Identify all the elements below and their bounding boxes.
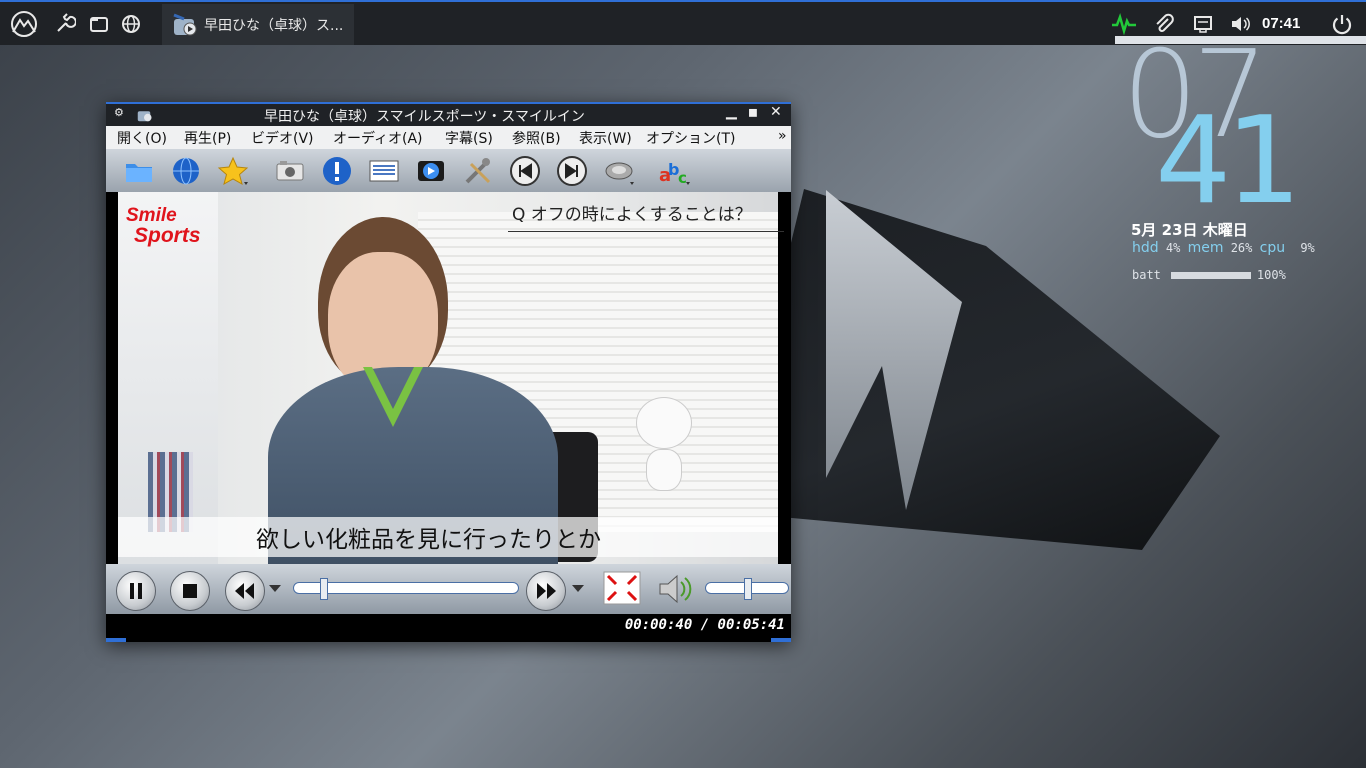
mem-label: mem — [1187, 240, 1224, 256]
seek-slider[interactable] — [293, 578, 519, 600]
taskbar-task-player[interactable]: 早田ひな（卓球）ス... — [162, 4, 354, 45]
player-statusbar: 00:00:40 / 00:05:41 — [106, 614, 791, 638]
stop-button[interactable] — [170, 571, 210, 611]
favorites-star-icon[interactable] — [217, 155, 249, 187]
bottom-progress-left — [106, 638, 126, 642]
widget-stats: hdd 4% mem 26% cpu 9% — [1132, 240, 1315, 256]
menu-browse[interactable]: 参照(B) — [512, 128, 561, 148]
widget-battery: batt 100% — [1132, 268, 1286, 282]
subtitles-abc-icon[interactable]: abc — [658, 155, 690, 187]
menu-view[interactable]: 表示(W) — [579, 128, 632, 148]
mascot — [628, 397, 698, 492]
video-area[interactable]: Smile Sports Q オフの時によくすることは？ 欲しい化粧品を見に行っ… — [106, 192, 791, 564]
smplayer-icon — [173, 13, 197, 35]
next-track-icon[interactable] — [556, 155, 588, 187]
window-menu-icon[interactable]: ⚙ — [114, 106, 124, 119]
info-exclamation-icon[interactable] — [321, 155, 353, 187]
playlist-icon[interactable] — [368, 155, 400, 187]
volume-handle[interactable] — [744, 578, 752, 600]
mountain-menu-icon[interactable] — [8, 10, 40, 38]
menu-audio[interactable]: オーディオ(A) — [333, 128, 423, 148]
widget-minute: 41 — [1155, 92, 1302, 231]
rewind-icon — [235, 583, 254, 599]
player-window-title: 早田ひな（卓球）スマイルスポーツ・スマイルイン — [264, 109, 585, 125]
wrench-icon[interactable] — [51, 10, 79, 38]
time-display: 00:00:40 / 00:05:41 — [624, 617, 785, 633]
bottom-progress-strip — [106, 638, 791, 642]
player-controls — [106, 564, 791, 614]
seek-handle[interactable] — [319, 578, 328, 600]
smile-sports-logo: Smile Sports — [126, 205, 201, 247]
taskbar-task-title: 早田ひな（卓球）ス... — [204, 17, 344, 34]
menu-subtitles[interactable]: 字幕(S) — [445, 128, 493, 148]
previous-track-icon[interactable] — [509, 155, 541, 187]
player-titlebar[interactable]: ⚙ 早田ひな（卓球）スマイルスポーツ・スマイルイン ▁ ◼ ✕ — [106, 102, 791, 126]
stop-icon — [183, 584, 197, 598]
menu-open[interactable]: 開く(O) — [117, 128, 167, 148]
preferences-tools-icon[interactable] — [462, 155, 494, 187]
forward-icon — [537, 583, 556, 599]
video-player-icon[interactable] — [415, 155, 447, 187]
close-icon[interactable]: ✕ — [770, 104, 782, 120]
screenshot-camera-icon[interactable] — [274, 155, 306, 187]
maximize-icon[interactable]: ◼ — [748, 105, 758, 119]
player-toolbar: abc — [106, 149, 791, 192]
minimize-icon[interactable]: ▁ — [726, 104, 737, 120]
interviewee — [268, 217, 558, 564]
forward-button[interactable] — [526, 571, 566, 611]
audio-track-icon[interactable] — [603, 155, 635, 187]
menu-play[interactable]: 再生(P) — [184, 128, 231, 148]
widget-date: 5月 23日 木曜日 — [1131, 221, 1248, 239]
mute-speaker-icon[interactable] — [656, 571, 694, 607]
pause-icon — [130, 583, 142, 599]
question-caption: Q オフの時によくすることは？ — [508, 198, 784, 232]
mem-value: 26% — [1230, 241, 1253, 255]
open-url-globe-icon[interactable] — [170, 155, 202, 187]
menu-video[interactable]: ビデオ(V) — [251, 128, 314, 148]
rewind-button[interactable] — [225, 571, 265, 611]
player-menubar: 開く(O) 再生(P) ビデオ(V) オーディオ(A) 字幕(S) 参照(B) … — [106, 126, 791, 149]
video-frame: Smile Sports Q オフの時によくすることは？ 欲しい化粧品を見に行っ… — [118, 192, 784, 564]
logo-line2: Sports — [134, 224, 201, 247]
logo-line1: Smile — [126, 205, 177, 226]
power-icon[interactable] — [1328, 10, 1356, 38]
batt-label: batt — [1132, 268, 1161, 282]
batt-value: 100% — [1256, 268, 1286, 282]
window-icon[interactable] — [85, 10, 113, 38]
hdd-label: hdd — [1132, 240, 1159, 256]
batt-bar — [1170, 271, 1251, 279]
taskbar-clock[interactable]: 07:41 — [1262, 15, 1300, 32]
cpu-label: cpu — [1259, 240, 1286, 256]
forward-dropdown-icon[interactable] — [571, 584, 585, 594]
bottom-progress-right — [771, 638, 791, 642]
globe-icon[interactable] — [117, 10, 145, 38]
subtitle-text: 欲しい化粧品を見に行ったりとか — [256, 527, 601, 553]
pause-button[interactable] — [116, 571, 156, 611]
cpu-value: 9% — [1300, 241, 1315, 255]
hdd-value: 4% — [1165, 241, 1181, 255]
player-window: ⚙ 早田ひな（卓球）スマイルスポーツ・スマイルイン ▁ ◼ ✕ 開く(O) 再生… — [106, 102, 791, 642]
open-folder-icon[interactable] — [123, 155, 155, 187]
svg-text:c: c — [678, 169, 687, 187]
player-app-icon — [137, 111, 152, 122]
menu-options[interactable]: オプション(T) — [646, 128, 735, 148]
menu-more[interactable]: » — [778, 128, 787, 144]
fullscreen-icon[interactable] — [603, 571, 641, 605]
rewind-dropdown-icon[interactable] — [268, 584, 282, 594]
volume-slider[interactable] — [705, 578, 789, 600]
